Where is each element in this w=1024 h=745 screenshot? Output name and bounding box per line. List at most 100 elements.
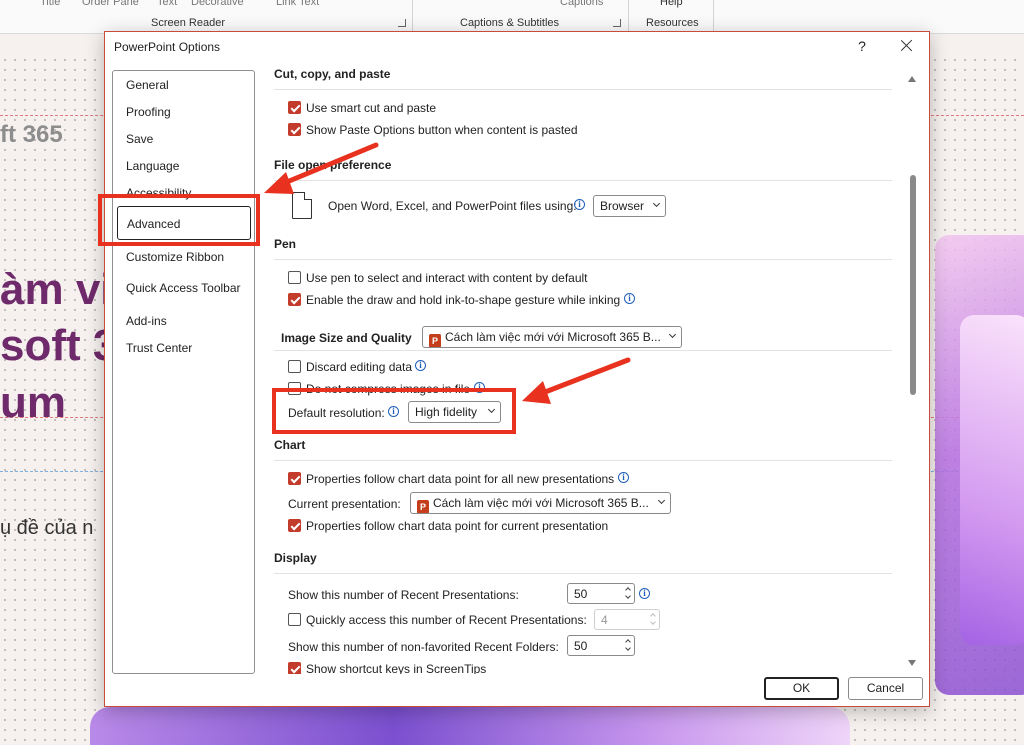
chevron-down-icon (668, 330, 677, 339)
current-presentation-label: Current presentation: (288, 497, 401, 511)
recent-presentations-value: 50 (574, 587, 588, 601)
ink-shape-checkbox[interactable] (288, 293, 301, 306)
quick-access-stepper[interactable]: 4 (594, 609, 660, 630)
section-divider (274, 350, 892, 351)
info-icon[interactable]: i (415, 360, 426, 371)
chevron-up-icon[interactable] (625, 587, 631, 593)
pen-select-label: Use pen to select and interact with cont… (306, 271, 588, 285)
slide-text: soft 3 (0, 321, 118, 370)
ribbon-separator (628, 0, 629, 33)
slide-text: um (0, 378, 66, 427)
ribbon-decorative-item[interactable]: Decorative (191, 0, 244, 8)
shortcut-keys-checkbox[interactable] (288, 662, 301, 674)
ribbon-help-item[interactable]: Help (660, 0, 683, 8)
discard-editing-checkbox[interactable] (288, 360, 301, 373)
nav-item-customize-ribbon[interactable]: Customize Ribbon (126, 250, 224, 264)
open-files-dropdown[interactable]: Browser (593, 195, 666, 217)
section-divider (274, 259, 892, 260)
chevron-down-icon[interactable] (625, 593, 631, 599)
ribbon-captions-item[interactable]: Captions (560, 0, 603, 8)
ok-button[interactable]: OK (764, 677, 839, 700)
dialog-title: PowerPoint Options (114, 40, 221, 54)
section-cut-copy-paste: Cut, copy, and paste (274, 67, 391, 81)
section-divider (274, 89, 892, 90)
nav-item-trust-center[interactable]: Trust Center (126, 341, 192, 355)
slide-text: àm vi (0, 265, 113, 314)
info-icon[interactable]: i (639, 588, 650, 599)
section-image-quality: Image Size and Quality (281, 331, 412, 345)
chevron-down-icon[interactable] (625, 645, 631, 651)
paste-options-checkbox[interactable] (288, 123, 301, 136)
info-icon[interactable]: i (618, 472, 629, 483)
ribbon-order-pane-item[interactable]: Order Pane (82, 0, 139, 8)
chart-all-checkbox[interactable] (288, 472, 301, 485)
nav-item-add-ins[interactable]: Add-ins (126, 314, 167, 328)
chevron-down-icon[interactable] (650, 619, 656, 625)
slide-text: ụ đề của n (0, 517, 94, 539)
ribbon-group-resources: Resources (646, 17, 699, 29)
recent-folders-value: 50 (574, 639, 588, 653)
scroll-thumb[interactable] (910, 175, 916, 395)
nav-item-quick-access-toolbar[interactable]: Quick Access Toolbar (126, 281, 241, 295)
nav-item-general[interactable]: General (126, 78, 169, 92)
ribbon-group-captions: Captions & Subtitles (460, 17, 560, 29)
content-scrollbar[interactable] (906, 74, 920, 666)
discard-editing-label: Discard editing data (306, 360, 413, 374)
nav-item-save[interactable]: Save (126, 132, 153, 146)
info-icon[interactable]: i (624, 293, 635, 304)
chart-current-checkbox[interactable] (288, 519, 301, 532)
quick-access-label: Quickly access this number of Recent Pre… (306, 613, 587, 627)
chevron-up-icon[interactable] (650, 613, 656, 619)
ribbon-group-screen-reader: Screen Reader (151, 17, 225, 29)
nav-item-proofing[interactable]: Proofing (126, 105, 171, 119)
file-icon (292, 192, 312, 219)
section-chart: Chart (274, 438, 306, 452)
section-file-open: File open preference (274, 158, 392, 172)
chevron-up-icon[interactable] (625, 639, 631, 645)
image-presentation-dropdown[interactable]: P Cách làm việc mới với Microsoft 365 B..… (422, 326, 682, 348)
quick-access-value: 4 (601, 613, 608, 627)
current-presentation-value: Cách làm việc mới với Microsoft 365 B... (433, 496, 649, 510)
dialog-launcher-icon[interactable] (613, 19, 621, 27)
powerpoint-file-icon: P (417, 500, 429, 513)
smart-cut-label: Use smart cut and paste (306, 101, 437, 115)
chevron-down-icon (652, 199, 661, 208)
info-icon[interactable]: i (574, 199, 585, 210)
powerpoint-options-dialog: PowerPoint Options ? General Proofing Sa… (104, 31, 930, 707)
options-nav: General Proofing Save Language Accessibi… (112, 70, 255, 674)
smart-cut-checkbox[interactable] (288, 101, 301, 114)
ribbon: Title Order Pane Text Decorative Link Te… (0, 0, 1024, 34)
recent-presentations-stepper[interactable]: 50 (567, 583, 635, 604)
ink-shape-label: Enable the draw and hold ink-to-shape ge… (306, 293, 621, 307)
ribbon-link-text-item[interactable]: Link Text (276, 0, 319, 8)
quick-access-checkbox[interactable] (288, 613, 301, 626)
ribbon-separator (412, 0, 413, 33)
paste-options-label: Show Paste Options button when content i… (306, 123, 578, 137)
scroll-up-icon[interactable] (908, 76, 916, 82)
current-presentation-dropdown[interactable]: P Cách làm việc mới với Microsoft 365 B..… (410, 492, 671, 514)
powerpoint-file-icon: P (429, 334, 441, 347)
help-icon[interactable]: ? (855, 36, 869, 56)
slide-graphic (960, 315, 1024, 645)
section-divider (274, 180, 892, 181)
scroll-down-icon[interactable] (908, 660, 916, 666)
highlight-box-advanced (98, 194, 260, 246)
slide-text: ft 365 (0, 121, 63, 148)
dialog-launcher-icon[interactable] (398, 19, 406, 27)
open-files-label: Open Word, Excel, and PowerPoint files u… (328, 199, 577, 213)
ribbon-title-item[interactable]: Title (40, 0, 60, 8)
recent-folders-stepper[interactable]: 50 (567, 635, 635, 656)
recent-folders-label: Show this number of non-favorited Recent… (288, 640, 559, 654)
section-divider (274, 573, 892, 574)
chart-current-label: Properties follow chart data point for c… (306, 519, 609, 533)
recent-presentations-label: Show this number of Recent Presentations… (288, 588, 519, 602)
highlight-box-resolution (272, 388, 516, 434)
ribbon-text-item[interactable]: Text (157, 0, 177, 8)
image-presentation-value: Cách làm việc mới với Microsoft 365 B... (445, 330, 661, 344)
cancel-button[interactable]: Cancel (848, 677, 923, 700)
shortcut-keys-label: Show shortcut keys in ScreenTips (306, 662, 487, 674)
pen-select-checkbox[interactable] (288, 271, 301, 284)
nav-item-language[interactable]: Language (126, 159, 179, 173)
close-icon[interactable] (897, 36, 917, 56)
section-display: Display (274, 551, 317, 565)
